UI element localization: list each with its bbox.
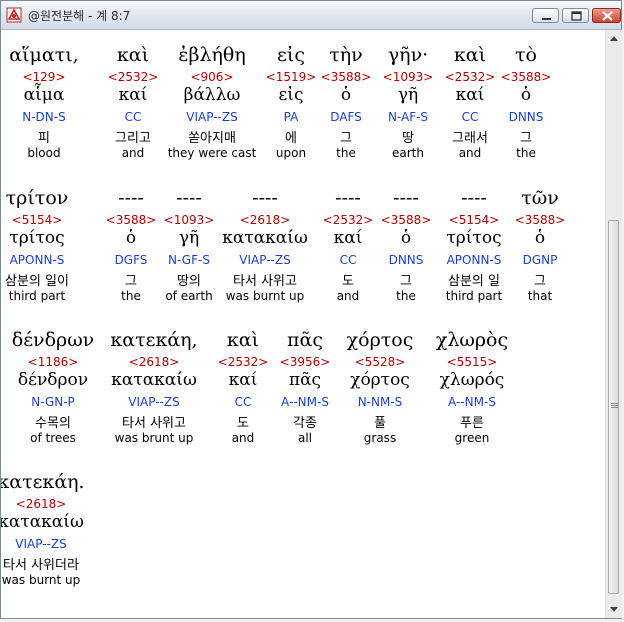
parsing-code: A--NM-S xyxy=(448,395,496,409)
korean-gloss: 풀 xyxy=(374,416,386,431)
lemma-word: ὁ xyxy=(520,85,532,105)
korean-gloss: 수목의 xyxy=(35,416,71,431)
verse-line-1: αἵματι, <129> αἷμα N-DN-S 피 blood καὶ <2532> καί… xyxy=(7,44,603,184)
english-gloss: of trees xyxy=(30,431,76,445)
parsing-code: DGNP xyxy=(522,253,558,267)
korean-gloss: 푸른 xyxy=(460,416,484,431)
parsing-code: APONN-S xyxy=(9,253,65,267)
lemma-word: τρίτος xyxy=(9,228,65,248)
lemma-word: αἷμα xyxy=(23,85,65,105)
korean-gloss: 그 xyxy=(520,131,532,146)
parsing-code: N-GN-P xyxy=(31,395,75,409)
vertical-scrollbar[interactable] xyxy=(605,30,622,618)
lemma-word: δένδρον xyxy=(17,370,89,390)
greek-word: δένδρων xyxy=(11,329,95,351)
parsing-code: DNNS xyxy=(508,110,544,124)
greek-word: κατεκάη, xyxy=(110,329,198,351)
lemma-word: κατακαίω xyxy=(111,370,197,390)
verse-line-2: τρίτον <5154> τρίτος APONN-S 삼분의 일이 third par… xyxy=(5,187,603,327)
korean-gloss: 타서 사위고 xyxy=(122,416,186,431)
english-gloss: that xyxy=(527,289,553,303)
korean-gloss: 타서 사위더라 xyxy=(3,558,79,573)
verse-line-4: κατεκάη. <2618> κατακαίω VIAP--ZS 타서 사위더라 was… xyxy=(1,471,603,611)
lemma-word: χόρτος xyxy=(350,370,410,390)
korean-gloss: 삼분의 일이 xyxy=(5,274,69,289)
close-button[interactable] xyxy=(592,8,621,23)
greek-word: αἵματι, xyxy=(9,44,79,66)
english-gloss: blood xyxy=(27,146,61,160)
interlinear-panel: αἵματι, <129> αἷμα N-DN-S 피 blood καὶ <2532> καί… xyxy=(1,30,605,618)
greek-word: τῶν xyxy=(521,187,559,209)
scroll-down-arrow-icon[interactable] xyxy=(606,601,622,618)
greek-word: χλωρὸς xyxy=(435,329,509,351)
app-logo-icon[interactable] xyxy=(6,7,22,23)
lemma-word: χλωρός xyxy=(439,370,505,390)
parsing-code: VIAP--ZS xyxy=(128,395,180,409)
korean-gloss: 그 xyxy=(534,274,546,289)
parsing-code: N-NM-S xyxy=(357,395,403,409)
english-gloss: the xyxy=(516,146,536,160)
greek-word: τὸ xyxy=(515,44,537,66)
maximize-button[interactable] xyxy=(562,8,589,23)
strong-number: <1186> xyxy=(27,355,79,369)
verse-line-3: δένδρων <1186> δένδρον N-GN-P 수목의 of trees κατ… xyxy=(7,329,603,469)
english-gloss: green xyxy=(454,431,490,445)
strong-number: <3588> xyxy=(500,70,552,84)
scrollbar-thumb[interactable] xyxy=(608,220,619,594)
strong-number: <2618> xyxy=(128,355,180,369)
app-window: @원전분해 - 계 8:7 αἵματι, <129> αἷμα N-DN-S 피 blo… xyxy=(0,0,622,619)
korean-gloss: 피 xyxy=(38,131,50,146)
lemma-word: ὁ xyxy=(534,228,546,248)
window-title: @원전분해 - 계 8:7 xyxy=(28,9,131,23)
title-bar[interactable]: @원전분해 - 계 8:7 xyxy=(1,1,621,30)
greek-word: τρίτον xyxy=(5,187,69,209)
english-gloss: third part xyxy=(8,289,66,303)
english-gloss: was brunt up xyxy=(114,431,194,445)
english-gloss: was burnt up xyxy=(1,573,81,587)
strong-number: <5154> xyxy=(11,213,63,227)
parsing-code: N-DN-S xyxy=(22,110,66,124)
greek-word: κατεκάη. xyxy=(1,471,85,493)
strong-number: <3588> xyxy=(514,213,566,227)
english-gloss: grass xyxy=(363,431,397,445)
lemma-word: κατακαίω xyxy=(1,512,84,532)
greek-word: χόρτος xyxy=(346,329,414,351)
close-icon xyxy=(602,11,613,21)
strong-number: <5528> xyxy=(354,355,406,369)
strong-number: <129> xyxy=(22,70,66,84)
minimize-icon xyxy=(542,18,551,20)
strong-number: <5515> xyxy=(446,355,498,369)
strong-number: <2618> xyxy=(15,497,67,511)
scroll-up-arrow-icon[interactable] xyxy=(606,30,622,47)
parsing-code: VIAP--ZS xyxy=(15,537,67,551)
minimize-button[interactable] xyxy=(532,8,559,23)
